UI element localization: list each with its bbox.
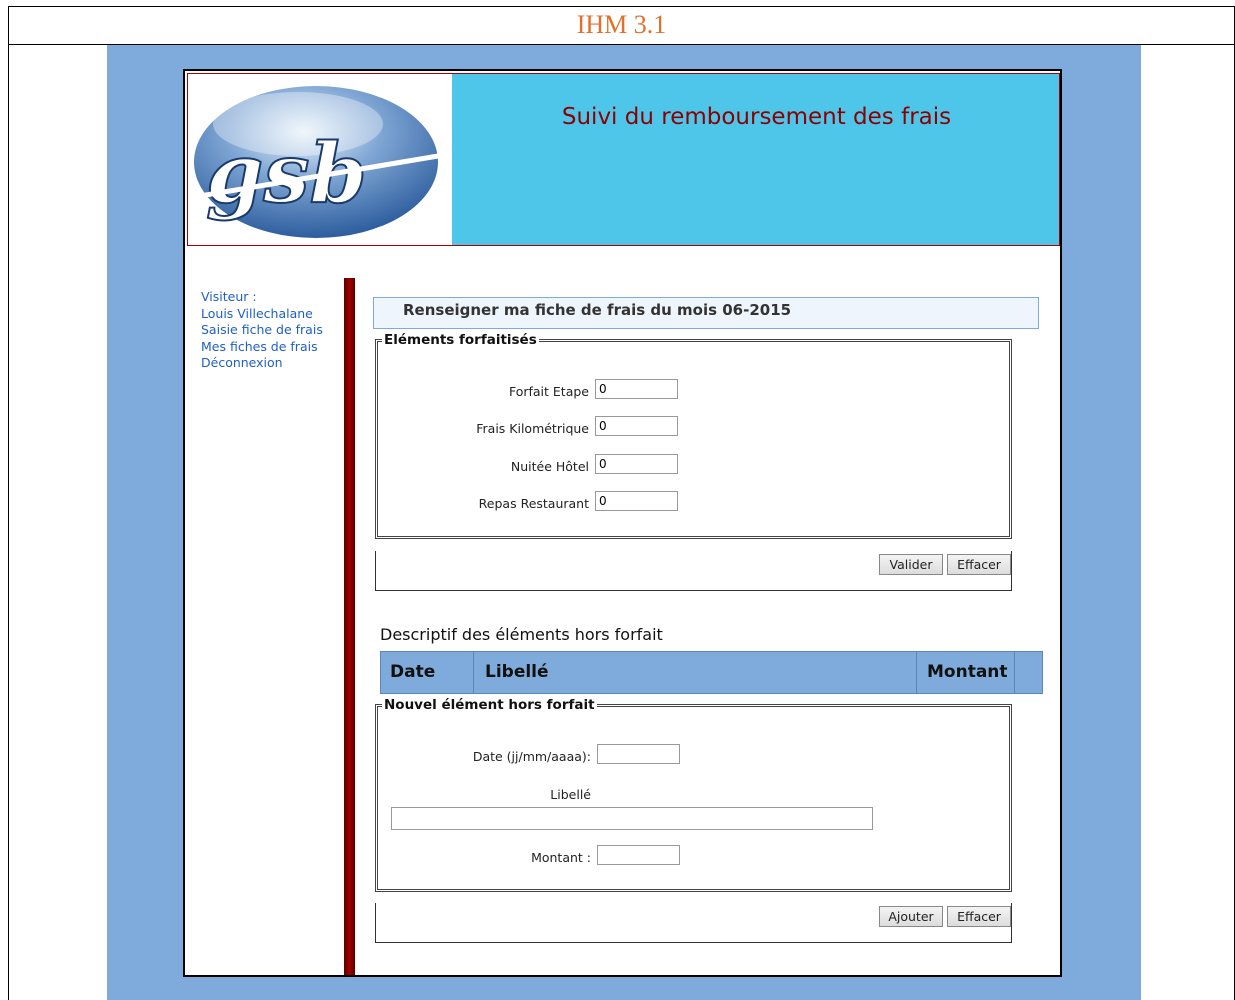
montant-input[interactable] (597, 845, 680, 865)
document-title: IHM 3.1 (576, 10, 667, 39)
libelle-input[interactable] (391, 807, 873, 830)
libelle-label: Libellé (550, 787, 591, 802)
sidebar-item-saisie[interactable]: Saisie fiche de frais (201, 322, 341, 339)
ajouter-button[interactable]: Ajouter (879, 906, 943, 927)
nouvel-element-fieldset: Nouvel élément hors forfait Date (jj/mm/… (375, 697, 1012, 892)
nouvel-element-legend: Nouvel élément hors forfait (382, 697, 597, 713)
nouvel-element-button-panel: Ajouter Effacer (375, 903, 1012, 943)
gsb-logo: gsb gsb (188, 74, 452, 245)
column-libelle: Libellé (485, 662, 549, 682)
column-separator (473, 652, 474, 693)
document-title-row: IHM 3.1 (8, 6, 1235, 45)
app-page: gsb gsb Suivi du remboursement des frais… (183, 69, 1062, 977)
forfait-fieldset: Eléments forfaitisés Forfait Etape Frais… (375, 332, 1012, 539)
column-montant: Montant (927, 662, 1008, 682)
valider-button[interactable]: Valider (879, 554, 943, 575)
forfait-button-panel: Valider Effacer (375, 551, 1012, 591)
frais-km-label: Frais Kilométrique (476, 421, 589, 436)
frais-km-input[interactable] (595, 416, 678, 436)
sidebar: Visiteur : Louis Villechalane Saisie fic… (201, 289, 341, 372)
page-title: Renseigner ma fiche de frais du mois 06-… (373, 297, 1039, 329)
date-label: Date (jj/mm/aaaa): (472, 749, 591, 764)
header-banner: gsb gsb Suivi du remboursement des frais (187, 73, 1060, 246)
forfait-etape-label: Forfait Etape (508, 384, 589, 399)
repas-restaurant-label: Repas Restaurant (478, 496, 589, 511)
column-separator (1014, 652, 1015, 693)
visitor-label: Visiteur : (201, 289, 257, 304)
app-title: Suivi du remboursement des frais (561, 104, 952, 130)
forfait-etape-input[interactable] (595, 379, 678, 399)
forfait-legend: Eléments forfaitisés (382, 332, 539, 348)
hors-forfait-table-header: Date Libellé Montant (380, 651, 1043, 694)
column-date: Date (390, 662, 436, 682)
sidebar-divider (344, 278, 355, 975)
repas-restaurant-input[interactable] (595, 491, 678, 511)
sidebar-item-mes-fiches[interactable]: Mes fiches de frais (201, 339, 341, 356)
column-separator (916, 652, 917, 693)
effacer-nouvel-button[interactable]: Effacer (947, 906, 1011, 927)
sidebar-item-deconnexion[interactable]: Déconnexion (201, 355, 341, 372)
hors-forfait-heading: Descriptif des éléments hors forfait (380, 625, 663, 644)
nuitee-hotel-label: Nuitée Hôtel (510, 459, 589, 474)
effacer-forfait-button[interactable]: Effacer (947, 554, 1011, 575)
montant-label: Montant : (531, 850, 591, 865)
visitor-name: Louis Villechalane (201, 305, 313, 321)
nuitee-hotel-input[interactable] (595, 454, 678, 474)
date-input[interactable] (597, 744, 680, 764)
